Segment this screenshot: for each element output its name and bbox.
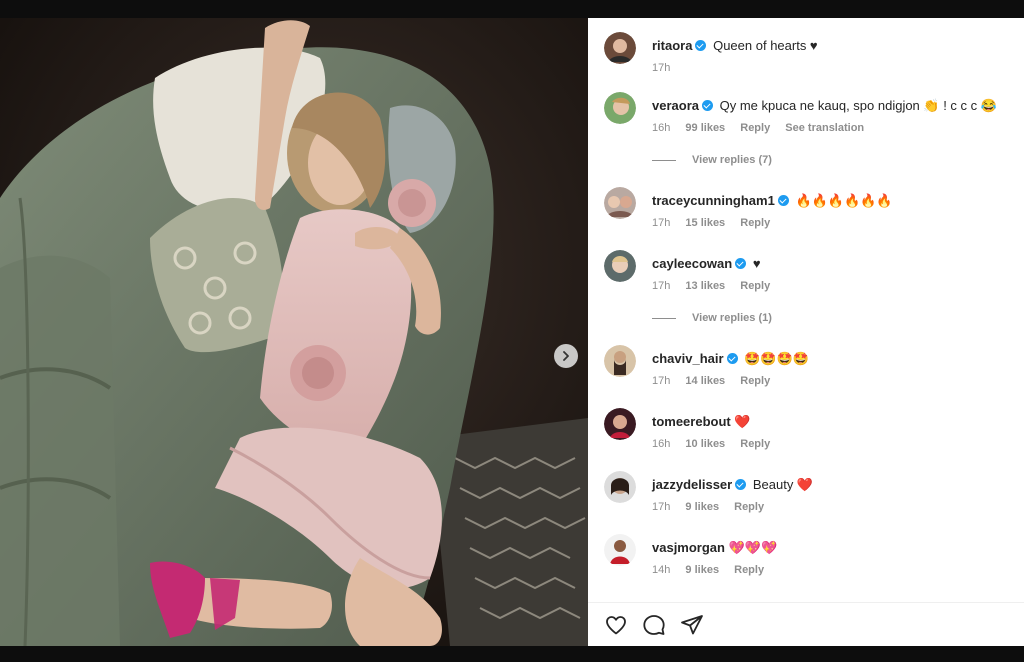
view-replies-button[interactable]: View replies (7) (652, 154, 772, 166)
next-image-button[interactable] (554, 344, 578, 368)
window-bottom-bar (0, 646, 1024, 662)
post-action-bar (588, 602, 1024, 646)
timestamp: 16h (652, 438, 671, 450)
likes-count[interactable]: 15 likes (685, 217, 725, 229)
username[interactable]: ritaora (652, 38, 692, 53)
heart-icon (606, 616, 626, 635)
share-button[interactable] (680, 613, 704, 637)
post-photo-illustration (0, 18, 588, 646)
username[interactable]: veraora (652, 98, 699, 113)
see-translation-link[interactable]: See translation (785, 122, 864, 134)
likes-count[interactable]: 14 likes (685, 375, 725, 387)
like-button[interactable] (604, 613, 628, 637)
username[interactable]: tomeerebout (652, 414, 731, 429)
username[interactable]: traceycunningham1 (652, 193, 775, 208)
timestamp: 17h (652, 217, 671, 229)
avatar[interactable] (604, 471, 636, 503)
comment-text: ♥ (752, 256, 761, 271)
avatar[interactable] (604, 92, 636, 124)
comments-panel: ritaora Queen of hearts ♥ 17h veraora Qy… (588, 18, 1024, 646)
likes-count[interactable]: 9 likes (685, 564, 719, 576)
timestamp: 16h (652, 122, 671, 134)
verified-badge-icon (777, 195, 789, 206)
comment-text: 🤩🤩🤩🤩 (744, 351, 809, 366)
avatar[interactable] (604, 345, 636, 377)
likes-count[interactable]: 99 likes (685, 122, 725, 134)
username[interactable]: chaviv_hair (652, 351, 724, 366)
caption-text: Queen of hearts ♥ (713, 38, 818, 53)
timestamp: 17h (652, 280, 671, 292)
comment-text: Beauty ❤️ (752, 477, 814, 492)
comment-text: ❤️ (734, 414, 751, 429)
reply-button[interactable]: Reply (734, 501, 764, 513)
reply-button[interactable]: Reply (740, 280, 770, 292)
chevron-right-icon (563, 351, 569, 361)
username[interactable]: cayleecowan (652, 256, 732, 271)
comment-text: 🔥🔥🔥🔥🔥🔥 (795, 193, 893, 208)
comment-text: 💖💖💖 (728, 540, 778, 555)
window-top-bar (0, 0, 1024, 18)
avatar[interactable] (604, 408, 636, 440)
username[interactable]: vasjmorgan (652, 540, 725, 555)
avatar[interactable] (604, 534, 636, 566)
avatar[interactable] (604, 32, 636, 64)
reply-button[interactable]: Reply (740, 122, 770, 134)
verified-badge-icon (735, 258, 747, 269)
avatar[interactable] (604, 187, 636, 219)
likes-count[interactable]: 9 likes (685, 501, 719, 513)
comments-list[interactable]: ritaora Queen of hearts ♥ 17h veraora Qy… (588, 18, 1024, 602)
verified-badge-icon (701, 100, 713, 111)
view-replies-button[interactable]: View replies (1) (652, 312, 772, 324)
reply-button[interactable]: Reply (740, 438, 770, 450)
reply-button[interactable]: Reply (734, 564, 764, 576)
timestamp: 17h (652, 501, 671, 513)
verified-badge-icon (735, 479, 747, 490)
verified-badge-icon (695, 40, 707, 51)
post-image[interactable] (0, 18, 588, 646)
timestamp: 17h (652, 375, 671, 387)
view-replies-label: View replies (1) (692, 312, 772, 324)
replies-divider (652, 159, 676, 161)
comment-text: Qy me kpuca ne kauq, spo ndigjon 👏 ! c c… (719, 98, 997, 113)
avatar[interactable] (604, 250, 636, 282)
likes-count[interactable]: 10 likes (685, 438, 725, 450)
verified-badge-icon (726, 353, 738, 364)
view-replies-label: View replies (7) (692, 154, 772, 166)
comment-bubble-icon (643, 615, 665, 635)
username[interactable]: jazzydelisser (652, 477, 732, 492)
timestamp: 17h (652, 62, 671, 74)
timestamp: 14h (652, 564, 671, 576)
reply-button[interactable]: Reply (740, 217, 770, 229)
replies-divider (652, 317, 676, 319)
likes-count[interactable]: 13 likes (685, 280, 725, 292)
paper-plane-icon (681, 615, 703, 635)
reply-button[interactable]: Reply (740, 375, 770, 387)
comment-button[interactable] (642, 613, 666, 637)
